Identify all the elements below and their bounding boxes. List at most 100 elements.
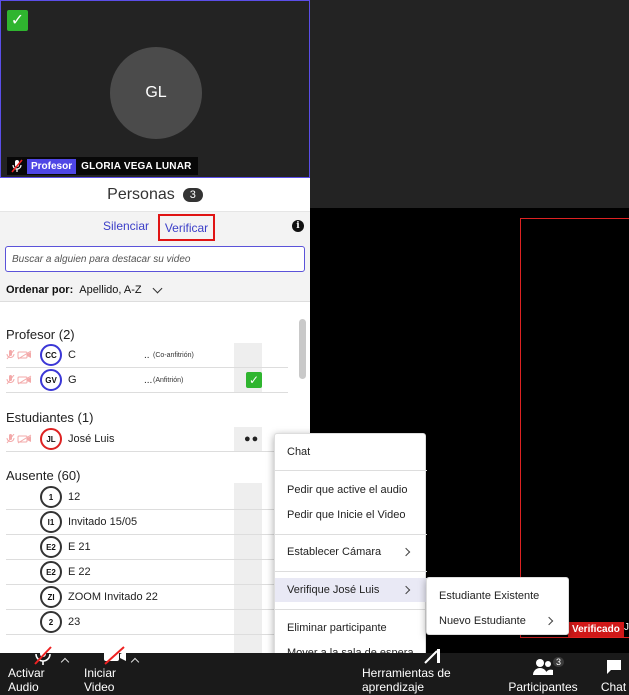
- section-profesor: Profesor (2): [6, 327, 75, 342]
- chevron-down-icon[interactable]: [152, 283, 163, 293]
- toolbar-participants-button[interactable]: 3 Participantes: [508, 653, 578, 695]
- check-icon: ✓: [246, 372, 262, 388]
- sort-value: Apellido, A-Z: [79, 284, 142, 296]
- panel-title: Personas: [107, 185, 175, 203]
- menu-item-ask-audio[interactable]: Pedir que active el audio: [275, 478, 427, 502]
- chat-icon: [605, 654, 623, 680]
- menu-item-chat[interactable]: Chat: [275, 440, 427, 464]
- verified-name-fragment: J: [624, 622, 629, 633]
- video-tile-gloria[interactable]: ✓ GL Profesor GLORIA VEGA LUNAR: [0, 0, 310, 178]
- toolbar-tools-button[interactable]: Herramientas de aprendizaje: [362, 649, 502, 695]
- list-item[interactable]: JL José Luis ●●: [6, 427, 288, 452]
- list-scrollbar[interactable]: [299, 319, 306, 379]
- bottom-toolbar: Activar Audio Iniciar Video Herramientas…: [0, 646, 629, 695]
- menu-item-label: Establecer Cámara: [287, 546, 382, 558]
- menu-divider: [275, 609, 427, 610]
- chevron-right-icon: [401, 547, 411, 557]
- toolbar-audio-button[interactable]: Activar Audio: [8, 646, 78, 695]
- check-icon: ✓: [7, 10, 28, 31]
- eyes-icon: ●●: [244, 433, 260, 445]
- menu-item-remove[interactable]: Eliminar participante: [275, 616, 427, 640]
- list-item[interactable]: E2 E 21: [6, 535, 288, 560]
- chevron-up-icon[interactable]: [60, 657, 70, 667]
- toolbar-label: Herramientas de aprendizaje: [362, 666, 451, 694]
- menu-divider: [275, 470, 427, 471]
- panel-header: Personas 3: [0, 178, 310, 212]
- list-item[interactable]: 2 23: [6, 610, 288, 635]
- avatar: GL: [110, 47, 202, 139]
- role-tag: (Anfitrión): [153, 376, 184, 384]
- menu-divider: [275, 571, 427, 572]
- media-status-icons: [6, 375, 40, 385]
- toolbar-label: Chat: [600, 680, 627, 694]
- nameplate: Profesor GLORIA VEGA LUNAR: [7, 157, 198, 175]
- toolbar-chat-button[interactable]: Chat: [598, 653, 629, 695]
- avatar: 2: [40, 611, 62, 633]
- silence-button[interactable]: Silenciar: [103, 219, 149, 233]
- avatar: CC: [40, 344, 62, 366]
- media-status-icons: [6, 350, 40, 360]
- mic-muted-icon: [32, 644, 54, 666]
- avatar: 1: [40, 486, 62, 508]
- video-outline[interactable]: [520, 218, 629, 638]
- panel-action-bar: Silenciar Verificar i Ordenar por: Apell…: [0, 212, 310, 302]
- camera-muted-icon: [102, 644, 128, 666]
- participant-name: C: [68, 349, 76, 361]
- participants-panel: Personas 3 Silenciar Verificar i Ordenar…: [0, 178, 310, 653]
- name-ellipsis: ..: [144, 349, 150, 361]
- role-tag: (Co-anfitrión): [153, 351, 194, 359]
- sort-label: Ordenar por:: [6, 284, 74, 296]
- avatar: ZI: [40, 586, 62, 608]
- section-estudiantes: Estudiantes (1): [6, 410, 94, 425]
- participant-context-menu: Chat Pedir que active el audio Pedir que…: [274, 433, 427, 669]
- toolbar-video-button[interactable]: Iniciar Video: [84, 646, 146, 695]
- menu-item-verify[interactable]: Verifique José Luis: [275, 578, 427, 602]
- list-item[interactable]: E2 E 22: [6, 560, 288, 585]
- avatar: E2: [40, 536, 62, 558]
- section-ausente: Ausente (60): [6, 468, 81, 483]
- participant-name: 12: [68, 491, 81, 503]
- avatar: JL: [40, 428, 62, 450]
- participant-name: E 21: [68, 541, 91, 553]
- sort-selector[interactable]: Ordenar por: Apellido, A-Z: [6, 283, 163, 296]
- learning-tools-icon: [422, 646, 442, 666]
- participant-name: G: [68, 374, 77, 386]
- list-item[interactable]: CC C .. (Co-anfitrión): [6, 343, 288, 368]
- avatar: E2: [40, 561, 62, 583]
- menu-item-label: Nuevo Estudiante: [439, 615, 526, 627]
- toolbar-label: Iniciar Video: [84, 666, 117, 694]
- menu-item-label: Verifique José Luis: [287, 584, 380, 596]
- participant-list: Profesor (2) CC C .. (Co-anfitrión) GV G…: [0, 303, 310, 653]
- list-item[interactable]: GV G ... (Anfitrión) ✓: [6, 368, 288, 393]
- participants-count-badge: 3: [552, 657, 564, 667]
- participant-name: GLORIA VEGA LUNAR: [81, 160, 192, 172]
- participants-icon: 3: [532, 654, 564, 680]
- verify-button[interactable]: Verificar: [158, 214, 215, 241]
- participant-count-badge: 3: [182, 187, 203, 202]
- avatar: I1: [40, 511, 62, 533]
- media-status-icons: [6, 434, 40, 444]
- submenu-item-existing[interactable]: Estudiante Existente: [427, 584, 570, 608]
- participant-name: Invitado 15/05: [68, 516, 138, 528]
- participant-name: José Luis: [68, 433, 115, 445]
- chevron-up-icon[interactable]: [130, 657, 140, 667]
- toolbar-label: Activar Audio: [8, 666, 45, 694]
- avatar: GV: [40, 369, 62, 391]
- list-item[interactable]: ZI ZOOM Invitado 22: [6, 585, 288, 610]
- mic-muted-icon: [7, 157, 27, 175]
- menu-divider: [275, 534, 427, 535]
- list-item[interactable]: I1 Invitado 15/05: [6, 510, 288, 535]
- participant-name: ZOOM Invitado 22: [68, 591, 158, 603]
- list-item[interactable]: 1 12: [6, 485, 288, 510]
- info-icon[interactable]: i: [292, 220, 304, 232]
- verified-badge: Verificado: [568, 622, 624, 637]
- menu-item-set-camera[interactable]: Establecer Cámara: [275, 540, 427, 564]
- menu-item-ask-video[interactable]: Pedir que Inicie el Video: [275, 503, 427, 527]
- participant-name: E 22: [68, 566, 91, 578]
- chevron-right-icon: [544, 616, 554, 626]
- submenu-item-new[interactable]: Nuevo Estudiante: [427, 609, 570, 633]
- name-ellipsis: ...: [144, 374, 153, 386]
- participant-name: 23: [68, 616, 81, 628]
- stage-top: [310, 0, 629, 208]
- search-input[interactable]: [5, 246, 305, 272]
